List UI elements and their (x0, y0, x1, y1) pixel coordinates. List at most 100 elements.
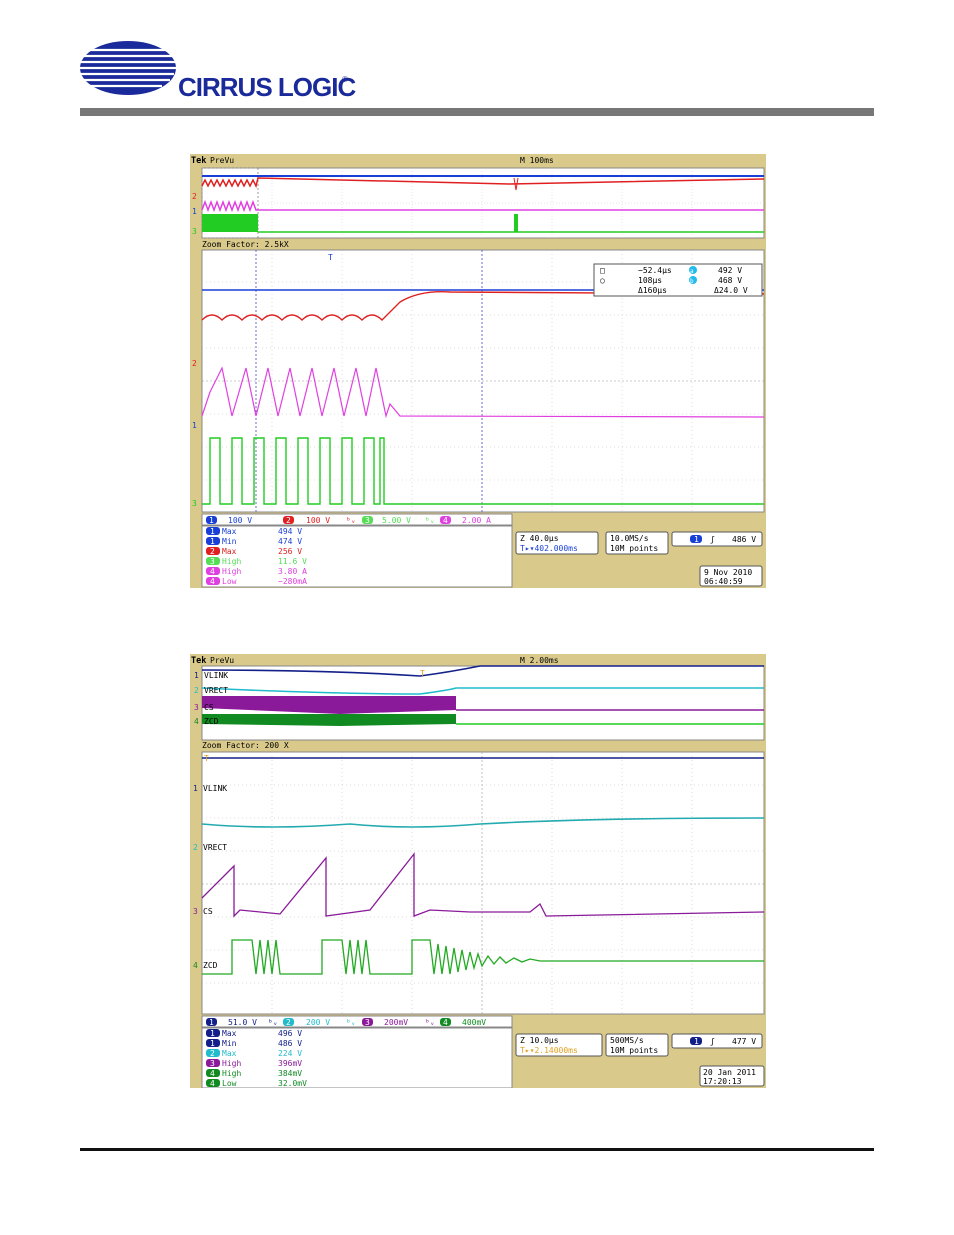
record-length: 10M points (610, 1046, 658, 1055)
zoom-time: Z 10.0µs (520, 1036, 559, 1045)
ov-marker-3: 3 (192, 227, 197, 236)
svg-text:1: 1 (210, 527, 215, 536)
main-label-vrect: VRECT (203, 843, 227, 852)
svg-text:11.6 V: 11.6 V (278, 557, 307, 566)
svg-text:5.00 V: 5.00 V (382, 516, 411, 525)
svg-text:Max: Max (222, 1049, 237, 1058)
svg-text:4: 4 (210, 577, 215, 586)
svg-text:Max: Max (222, 547, 237, 556)
main-marker-zcd-num: 4 (193, 961, 198, 970)
cursor-t2: 108µs (638, 276, 662, 285)
overview-trigger-icon: T (420, 669, 425, 678)
main-marker-1: 1 (192, 421, 197, 430)
trigger-level: 486 V (732, 535, 756, 544)
ch-scale-3: 3 5.00 V (362, 516, 411, 525)
sample-rate: 500MS/s (610, 1036, 644, 1045)
oscilloscope-capture-1: Tek PreVu M 100ms 2 1 3 Zoom Factor: 2.5… (190, 154, 766, 588)
svg-text:4: 4 (210, 567, 215, 576)
svg-text:200 V: 200 V (306, 1018, 330, 1027)
ov-label-vlink-num: 1 (194, 671, 199, 680)
overview-ch3-burst (202, 214, 258, 232)
ch-scale-2: 2 100 V (283, 516, 330, 525)
main-marker-2: 2 (192, 359, 197, 368)
ov-label-zcd-num: 4 (194, 717, 199, 726)
svg-text:1: 1 (694, 535, 699, 544)
main-marker-vlink-num: 1 (193, 784, 198, 793)
capture-date: 9 Nov 2010 (704, 568, 752, 577)
svg-text:4: 4 (443, 1018, 448, 1027)
zoom-time: Z 40.0µs (520, 534, 559, 543)
svg-text:396mV: 396mV (278, 1059, 302, 1068)
trigger-level: 477 V (732, 1037, 756, 1046)
svg-text:3.80 A: 3.80 A (278, 567, 307, 576)
brand-name: CIRRUS LOGIC (178, 72, 356, 102)
svg-text:494 V: 494 V (278, 527, 302, 536)
svg-text:474 V: 474 V (278, 537, 302, 546)
svg-text:1: 1 (210, 1029, 215, 1038)
cursor-square-icon: □ (600, 266, 605, 275)
bw-marker: ᵇᵥ (425, 516, 435, 525)
zoom-factor: Zoom Factor: 2.5kX (202, 240, 289, 249)
svg-text:High: High (222, 567, 241, 576)
svg-text:Low: Low (222, 577, 237, 586)
logo-swoosh-icon (78, 41, 176, 95)
main-marker-cs-num: 3 (193, 907, 198, 916)
svg-text:224 V: 224 V (278, 1049, 302, 1058)
svg-text:2: 2 (286, 516, 291, 525)
svg-text:100 V: 100 V (228, 516, 252, 525)
svg-text:2: 2 (210, 1049, 215, 1058)
ov-label-vrect-num: 2 (194, 686, 199, 695)
main-marker-vrect-num: 2 (193, 843, 198, 852)
svg-text:4: 4 (210, 1069, 215, 1078)
main-label-zcd: ZCD (203, 961, 218, 970)
ov-label-vrect: VRECT (204, 686, 228, 695)
trigger-marker-icon: T (204, 754, 209, 763)
capture-time: 06:40:59 (704, 577, 743, 586)
trigger-slope-icon: ʃ (710, 535, 715, 544)
ov-marker-1: 1 (192, 207, 197, 216)
svg-text:High: High (222, 1059, 241, 1068)
capture-time: 17:20:13 (703, 1077, 742, 1086)
svg-text:2.00 A: 2.00 A (462, 516, 491, 525)
prevu-label: PreVu (210, 656, 234, 665)
tek-label: Tek (191, 156, 206, 166)
timebase-label: M 100ms (520, 156, 554, 165)
zoom-position: T▸▾402.000ms (520, 544, 578, 553)
ch-scale-4: 4 2.00 A (440, 516, 491, 525)
svg-text:384mV: 384mV (278, 1069, 302, 1078)
timebase-label: M 2.00ms (520, 656, 559, 665)
trigger-slope-icon: ʃ (710, 1037, 715, 1046)
svg-text:3: 3 (210, 1059, 215, 1068)
ch-scale-1: 1 100 V (206, 516, 252, 525)
svg-text:256 V: 256 V (278, 547, 302, 556)
cursor-a-label: a (690, 268, 694, 275)
svg-text:400mV: 400mV (462, 1018, 486, 1027)
ov-marker-2: 2 (192, 192, 197, 201)
svg-text:32.0mV: 32.0mV (278, 1079, 307, 1088)
svg-text:2: 2 (286, 1018, 291, 1027)
ch-scale-4: 4 400mV (440, 1018, 486, 1027)
oscilloscope-capture-2: Tek PreVu M 2.00ms 1 VLINK 2 VRECT 3 CS 4 ZC… (190, 654, 766, 1088)
ov-label-zcd: ZCD (204, 717, 219, 726)
svg-text:Max: Max (222, 527, 237, 536)
svg-text:High: High (222, 1069, 241, 1078)
ov-label-cs-num: 3 (194, 703, 199, 712)
svg-text:Min: Min (222, 1039, 237, 1048)
prevu-label: PreVu (210, 156, 234, 165)
svg-text:486 V: 486 V (278, 1039, 302, 1048)
svg-text:100 V: 100 V (306, 516, 330, 525)
main-label-vlink: VLINK (203, 784, 227, 793)
svg-text:1: 1 (694, 1037, 699, 1046)
svg-text:2: 2 (210, 547, 215, 556)
svg-text:3: 3 (365, 1018, 370, 1027)
cursor-dt: Δ160µs (638, 286, 667, 295)
svg-text:51.0 V: 51.0 V (228, 1018, 257, 1027)
ch-scale-1: 1 51.0 V (206, 1018, 257, 1027)
cirrus-logic-logo: CIRRUS LOGIC ® (78, 38, 378, 108)
svg-text:1: 1 (209, 516, 214, 525)
footer-rule (80, 1148, 874, 1151)
ch-scale-3: 3 200mV (362, 1018, 408, 1027)
cursor-circle-icon: ○ (600, 276, 605, 285)
svg-text:Min: Min (222, 537, 237, 546)
sample-rate: 10.0MS/s (610, 534, 649, 543)
